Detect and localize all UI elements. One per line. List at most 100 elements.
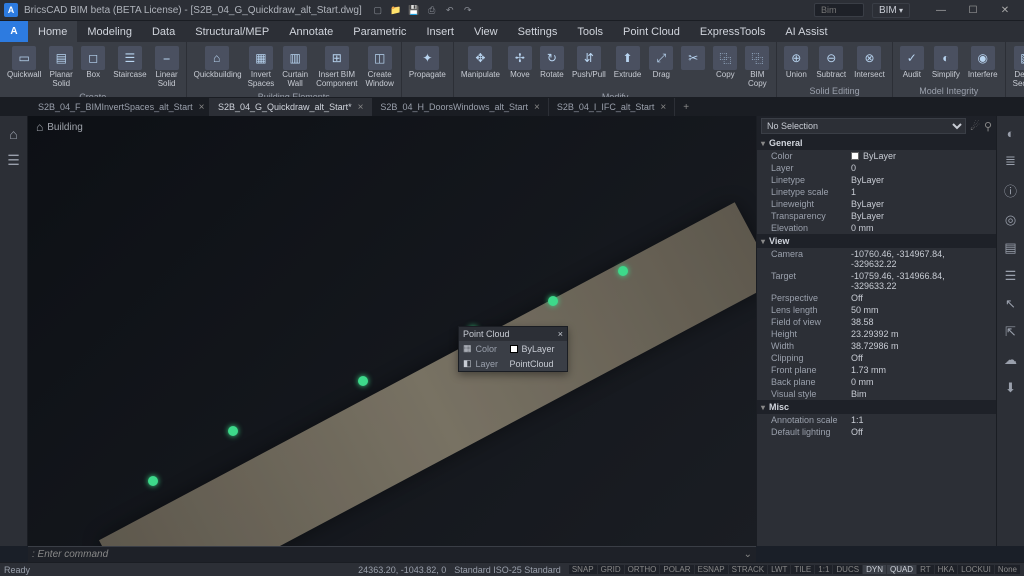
file-tab[interactable]: S2B_04_H_DoorsWindows_alt_Start× [372,98,548,116]
ribbon-interfere[interactable]: ◉Interfere [965,44,1001,85]
menu-tab-home[interactable]: Home [28,21,77,42]
workspace-selector[interactable]: BIM [872,3,910,18]
ribbon-create-window[interactable]: ◫Create Window [362,44,396,91]
minimize-button[interactable]: — [926,1,956,19]
file-tab[interactable]: S2B_04_G_Quickdraw_alt_Start*× [210,98,372,116]
maximize-button[interactable]: ☐ [958,1,988,19]
menu-tab-expresstools[interactable]: ExpressTools [690,21,775,42]
menu-tab-annotate[interactable]: Annotate [279,21,343,42]
export-icon[interactable]: ⇱ [1005,324,1016,340]
menu-tab-aiassist[interactable]: AI Assist [775,21,837,42]
ribbon-staircase[interactable]: ☰Staircase [110,44,149,91]
props-row[interactable]: Layer0 [757,162,996,174]
menu-tab-parametric[interactable]: Parametric [343,21,416,42]
new-tab-button[interactable]: + [675,98,697,116]
app-menu-button[interactable]: A [0,21,28,42]
status-toggle-ortho[interactable]: ORTHO [625,565,660,574]
props-row[interactable]: ColorByLayer [757,150,996,162]
command-line[interactable]: : Enter command ⌄ [28,546,756,562]
menu-tab-insert[interactable]: Insert [416,21,464,42]
props-row[interactable]: TransparencyByLayer [757,210,996,222]
ribbon-manipulate[interactable]: ✥Manipulate [458,44,503,91]
pin-icon[interactable]: ⚲ [984,120,992,133]
menu-tab-view[interactable]: View [464,21,508,42]
qa-save-icon[interactable]: 💾 [408,4,420,16]
props-section-misc[interactable]: Misc [757,400,996,414]
ribbon-rotate[interactable]: ↻Rotate [537,44,567,91]
status-toggle-1:1[interactable]: 1:1 [815,565,832,574]
status-toggle-hka[interactable]: HKA [935,565,957,574]
selection-dropdown[interactable]: No Selection [761,118,966,134]
props-row[interactable]: LinetypeByLayer [757,174,996,186]
filter-icon[interactable]: ☄ [970,120,980,133]
ribbon-extrude[interactable]: ⬆Extrude [611,44,645,91]
ribbon-insert-bim-component[interactable]: ⊞Insert BIM Component [313,44,360,91]
app-logo[interactable]: A [4,3,18,17]
ribbon-copy[interactable]: ⿻Copy [710,44,740,91]
close-tab-icon[interactable]: × [358,102,364,113]
status-toggle-rt[interactable]: RT [917,565,934,574]
props-row[interactable]: Camera-10760.46, -314967.84, -329632.22 [757,248,996,270]
status-toggle-none[interactable]: None [995,565,1020,574]
ribbon-propagate[interactable]: ✦Propagate [406,44,449,95]
file-tab[interactable]: S2B_04_F_BIMInvertSpaces_alt_Start× [30,98,210,116]
list-icon[interactable]: ☰ [1005,268,1017,284]
ribbon-linear-solid[interactable]: ⎯Linear Solid [152,44,182,91]
qa-undo-icon[interactable]: ↶ [444,4,456,16]
ribbon-quickbuilding[interactable]: ⌂Quickbuilding [191,44,243,91]
props-row[interactable]: PerspectiveOff [757,292,996,304]
status-toggle-snap[interactable]: SNAP [569,565,597,574]
status-toggle-ducs[interactable]: DUCS [833,565,862,574]
tooltip-close-icon[interactable]: × [558,329,563,339]
props-row[interactable]: Elevation0 mm [757,222,996,234]
status-toggle-dyn[interactable]: DYN [863,565,886,574]
globe-icon[interactable]: ◎ [1005,212,1016,228]
props-row[interactable]: Annotation scale1:1 [757,414,996,426]
qa-redo-icon[interactable]: ↷ [462,4,474,16]
ribbon-bim-copy[interactable]: ⿻BIM Copy [742,44,772,91]
ribbon-invert-spaces[interactable]: ▦Invert Spaces [245,44,278,91]
lightbulb-icon[interactable]: ◐ [1007,126,1015,141]
ribbon-push-pull[interactable]: ⇵Push/Pull [569,44,609,91]
home-icon[interactable]: ⌂ [9,126,17,142]
status-toggle-lockui[interactable]: LOCKUI [958,565,994,574]
ribbon-audit[interactable]: ✓Audit [897,44,927,85]
status-toggle-polar[interactable]: POLAR [660,565,693,574]
ribbon-intersect[interactable]: ⊗Intersect [851,44,888,85]
close-tab-icon[interactable]: × [534,102,540,113]
qa-new-icon[interactable]: ▢ [372,4,384,16]
ribbon-union[interactable]: ⊕Union [781,44,811,85]
ribbon-simplify[interactable]: ◐Simplify [929,44,963,85]
status-toggle-tile[interactable]: TILE [791,565,814,574]
breadcrumb[interactable]: ⌂ Building [36,120,83,134]
download-icon[interactable]: ⬇ [1005,380,1016,396]
panel-icon[interactable]: ▤ [1004,240,1016,256]
status-toggle-lwt[interactable]: LWT [768,565,790,574]
search-input[interactable] [814,3,864,17]
props-row[interactable]: Field of view38.58 [757,316,996,328]
ribbon-define-section[interactable]: ▧Define Section [1010,44,1024,98]
close-tab-icon[interactable]: × [660,102,666,113]
layers-icon[interactable]: ≣ [1005,153,1016,169]
ribbon-planar-solid[interactable]: ▤Planar Solid [46,44,76,91]
props-section-view[interactable]: View [757,234,996,248]
props-row[interactable]: Height23.29392 m [757,328,996,340]
info-icon[interactable]: ⓘ [1004,181,1017,200]
menu-tab-tools[interactable]: Tools [567,21,613,42]
ribbon-tool[interactable]: ✂ [678,44,708,91]
cursor-icon[interactable]: ↖ [1005,296,1016,312]
status-toggle-quad[interactable]: QUAD [887,565,916,574]
ribbon-curtain-wall[interactable]: ▥Curtain Wall [279,44,311,91]
ribbon-quickwall[interactable]: ▭Quickwall [4,44,44,91]
props-row[interactable]: Linetype scale1 [757,186,996,198]
status-toggle-strack[interactable]: STRACK [729,565,767,574]
props-section-general[interactable]: General [757,136,996,150]
ribbon-move[interactable]: ✢Move [505,44,535,91]
ribbon-drag[interactable]: ⤢Drag [646,44,676,91]
ribbon-box[interactable]: ◻Box [78,44,108,91]
status-toggle-grid[interactable]: GRID [598,565,624,574]
props-row[interactable]: Lens length50 mm [757,304,996,316]
cloud-icon[interactable]: ☁ [1004,352,1017,368]
menu-tab-modeling[interactable]: Modeling [77,21,142,42]
ribbon-subtract[interactable]: ⊖Subtract [813,44,849,85]
